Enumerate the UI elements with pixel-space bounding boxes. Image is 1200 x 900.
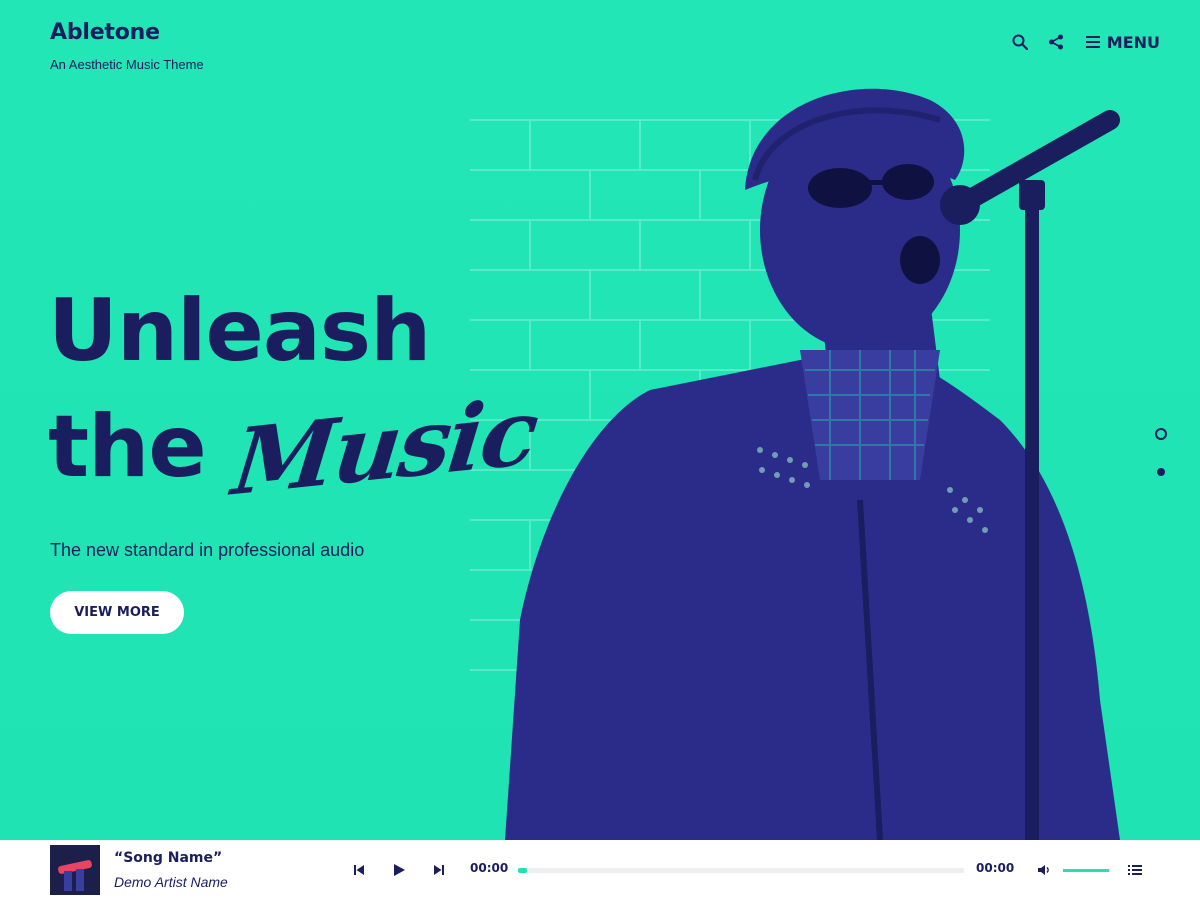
share-icon[interactable] [1046,32,1066,52]
view-more-button[interactable]: VIEW MORE [50,591,184,634]
singer-photo [505,88,1120,840]
volume-fill [1063,869,1109,872]
menu-label: MENU [1106,32,1160,52]
site-tagline: An Aesthetic Music Theme [50,57,204,72]
hamburger-icon [1085,36,1100,48]
playlist-icon[interactable] [1127,862,1143,878]
song-name: “Song Name” [114,850,223,866]
search-icon[interactable] [1010,32,1030,52]
menu-button[interactable]: MENU [1085,32,1160,52]
slide-dot-2[interactable] [1157,468,1165,476]
top-navigation: MENU [994,32,1160,52]
current-time: 00:00 [470,861,509,875]
headline-script-word: Music [227,377,541,517]
audio-player: “Song Name” Demo Artist Name 00:00 00:00 [0,840,1200,900]
headline-word-the: the [48,397,207,497]
album-cover [50,845,100,895]
headline-line-2: the Music [48,378,540,516]
brand: Abletone An Aesthetic Music Theme [50,20,204,72]
previous-track-icon[interactable] [351,862,367,878]
volume-slider[interactable] [1063,869,1109,872]
volume-icon[interactable] [1036,862,1052,878]
hero-banner: Abletone An Aesthetic Music Theme MENU U… [0,0,1200,840]
headline-line-1: Unleash [48,281,431,381]
hero-subtitle: The new standard in professional audio [50,540,365,560]
progress-bar[interactable] [518,868,964,873]
progress-fill [518,868,527,873]
next-track-icon[interactable] [431,862,447,878]
hero-headline: Unleash the Music [48,281,540,516]
play-icon[interactable] [391,862,407,878]
site-title[interactable]: Abletone [50,20,204,45]
artist-name: Demo Artist Name [114,874,228,890]
duration: 00:00 [976,861,1015,875]
slide-dot-1[interactable] [1155,428,1167,440]
